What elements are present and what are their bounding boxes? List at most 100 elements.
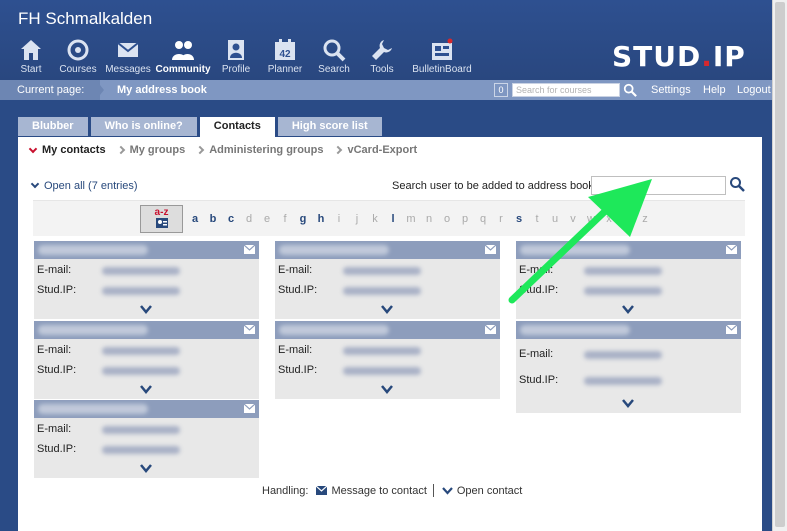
nav-messages[interactable]: Messages [104, 38, 152, 75]
user-search-label: Search user to be added to address book: [392, 180, 597, 192]
subnav-my-contacts[interactable]: My contacts [28, 144, 106, 156]
logout-link[interactable]: Logout [737, 80, 771, 100]
mail-icon[interactable] [726, 245, 737, 254]
contact-card: E-mail: Stud.IP: [516, 241, 741, 319]
letter-m: m [406, 213, 416, 225]
open-all-label: Open all (7 entries) [44, 180, 138, 192]
mail-icon[interactable] [244, 404, 255, 413]
studip-row: Stud.IP: [34, 281, 259, 301]
email-row: E-mail: [516, 345, 741, 371]
letter-b[interactable]: b [204, 213, 222, 225]
nav-label: Tools [370, 64, 394, 75]
contact-name-header[interactable] [34, 241, 259, 259]
mail-icon[interactable] [726, 325, 737, 334]
letter-c[interactable]: c [222, 213, 240, 225]
email-value[interactable] [102, 426, 180, 434]
open-all-link[interactable]: Open all (7 entries) [30, 179, 138, 192]
az-label: a-z [154, 207, 169, 218]
letter-g[interactable]: g [294, 213, 312, 225]
studip-value[interactable] [584, 377, 662, 385]
nav-label: Messages [105, 64, 151, 75]
email-row: E-mail: [516, 261, 741, 281]
studip-logo[interactable]: STUD.IP [612, 40, 746, 73]
settings-link[interactable]: Settings [651, 80, 691, 100]
chevron-down-icon[interactable] [140, 462, 152, 474]
tab-who-is-online[interactable]: Who is online? [90, 117, 197, 136]
help-link[interactable]: Help [703, 80, 726, 100]
logo-dot: . [701, 40, 713, 73]
handling-legend: Handling: Message to contact Open contac… [262, 484, 522, 497]
scrollbar-thumb[interactable] [775, 2, 785, 527]
subnav-administering-groups[interactable]: Administering groups [195, 144, 323, 156]
site-title: FH Schmalkalden [18, 9, 153, 28]
nav-profile[interactable]: Profile [214, 38, 258, 75]
chevron-down-icon[interactable] [622, 397, 634, 409]
subnav-vcard-export[interactable]: vCard-Export [334, 144, 417, 156]
studip-value[interactable] [584, 287, 662, 295]
content-panel: My contacts My groups Administering grou… [18, 137, 762, 531]
contact-name-header[interactable] [275, 241, 500, 259]
studip-value[interactable] [343, 367, 421, 375]
letter-a[interactable]: a [186, 213, 204, 225]
chevron-down-icon[interactable] [622, 303, 634, 315]
nav-start[interactable]: Start [10, 38, 52, 75]
nav-search[interactable]: Search [312, 38, 356, 75]
studip-value[interactable] [102, 287, 180, 295]
mail-icon[interactable] [485, 245, 496, 254]
contact-name-header[interactable] [275, 321, 500, 339]
email-value[interactable] [343, 267, 421, 275]
chevron-down-icon[interactable] [381, 303, 393, 315]
letter-l[interactable]: l [384, 213, 402, 225]
main-nav: Start Courses Messages Community Profile… [10, 38, 480, 75]
nav-bulletinboard[interactable]: BulletinBoard [408, 38, 476, 75]
contact-name-header[interactable] [516, 241, 741, 259]
letter-h[interactable]: h [312, 213, 330, 225]
letter-n: n [425, 213, 433, 225]
mail-icon[interactable] [244, 245, 255, 254]
message-legend-label: Message to contact [331, 484, 427, 497]
studip-label: Stud.IP: [278, 364, 318, 376]
nav-planner[interactable]: 42 Planner [262, 38, 308, 75]
tab-contacts[interactable]: Contacts [199, 117, 275, 137]
contact-card: E-mail: Stud.IP: [34, 400, 259, 478]
email-value[interactable] [584, 351, 662, 359]
nav-courses[interactable]: Courses [56, 38, 100, 75]
nav-community[interactable]: Community [156, 38, 211, 75]
nav-label: Courses [59, 64, 97, 75]
letter-p: p [461, 213, 469, 225]
nav-tools[interactable]: Tools [360, 38, 404, 75]
mail-icon[interactable] [485, 325, 496, 334]
email-value[interactable] [584, 267, 662, 275]
letter-z: z [642, 213, 648, 225]
search-icon[interactable] [623, 83, 637, 97]
tab-high-score-list[interactable]: High score list [277, 117, 382, 136]
studip-row: Stud.IP: [275, 361, 500, 381]
course-search-input[interactable] [512, 83, 620, 97]
mail-icon[interactable] [244, 325, 255, 334]
chevron-down-icon[interactable] [381, 383, 393, 395]
contact-name-header[interactable] [34, 321, 259, 339]
email-value[interactable] [102, 267, 180, 275]
studip-value[interactable] [343, 287, 421, 295]
open-legend-label: Open contact [456, 484, 523, 497]
user-search-input[interactable] [591, 176, 726, 195]
search-icon[interactable] [729, 176, 745, 192]
notification-counter[interactable]: 0 [494, 83, 508, 97]
studip-value[interactable] [102, 446, 180, 454]
email-value[interactable] [102, 347, 180, 355]
letter-s[interactable]: s [510, 213, 528, 225]
studip-value[interactable] [102, 367, 180, 375]
email-value[interactable] [343, 347, 421, 355]
subnav-my-groups[interactable]: My groups [116, 144, 185, 156]
az-filter-button[interactable]: a-z [140, 205, 183, 233]
tab-blubber[interactable]: Blubber [18, 117, 88, 136]
chevron-down-icon[interactable] [140, 303, 152, 315]
letter-u: u [551, 213, 559, 225]
chevron-down-icon[interactable] [140, 383, 152, 395]
contact-name-header[interactable] [516, 321, 741, 339]
studip-label: Stud.IP: [519, 374, 559, 386]
contact-name [38, 404, 148, 414]
contact-name-header[interactable] [34, 400, 259, 418]
divider [432, 484, 434, 497]
scrollbar[interactable] [772, 0, 787, 531]
